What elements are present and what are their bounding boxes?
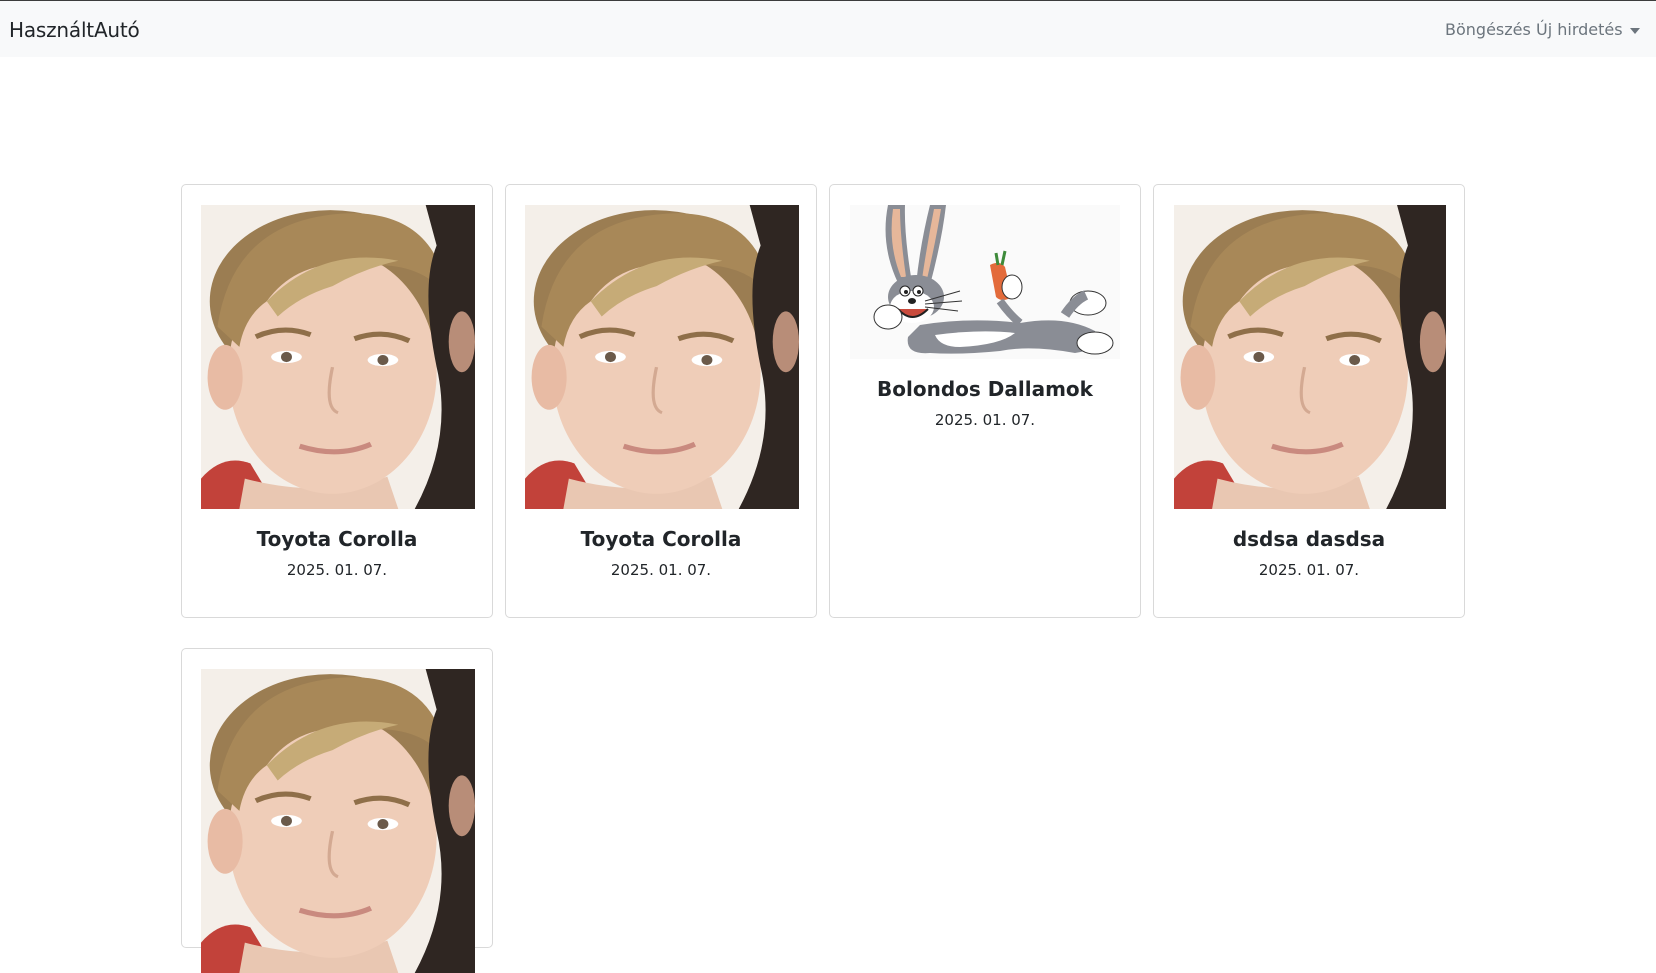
listing-date: 2025. 01. 07.: [286, 561, 388, 579]
listing-date: 2025. 01. 07.: [1258, 561, 1360, 579]
brand-link[interactable]: HasználtAutó: [9, 18, 140, 42]
nav-new-ad-link[interactable]: Új hirdetés: [1536, 20, 1623, 39]
listing-card[interactable]: Toyota Corolla 2025. 01. 07.: [505, 184, 817, 618]
listing-card[interactable]: dsdsa dasdsa 2025. 01. 07.: [1153, 184, 1465, 618]
listing-title: Toyota Corolla: [256, 527, 418, 551]
listing-card[interactable]: [181, 648, 493, 948]
nav-browse-link[interactable]: Böngészés: [1445, 20, 1531, 39]
listing-card[interactable]: Bolondos Dallamok 2025. 01. 07.: [829, 184, 1141, 618]
listing-image: [201, 669, 475, 973]
listing-title: Bolondos Dallamok: [877, 377, 1093, 401]
listing-date: 2025. 01. 07.: [610, 561, 712, 579]
listing-image: [1174, 205, 1446, 509]
listing-title: dsdsa dasdsa: [1232, 527, 1386, 551]
cartoon-rabbit-image: [850, 205, 1120, 359]
caret-down-icon[interactable]: [1627, 23, 1643, 39]
navbar: HasználtAutó Böngészés Új hirdetés: [0, 1, 1656, 57]
listing-image: [525, 205, 799, 509]
listing-card[interactable]: Toyota Corolla 2025. 01. 07.: [181, 184, 493, 618]
listing-title: Toyota Corolla: [580, 527, 742, 551]
listing-date: 2025. 01. 07.: [934, 411, 1036, 429]
listing-image: [201, 205, 475, 509]
